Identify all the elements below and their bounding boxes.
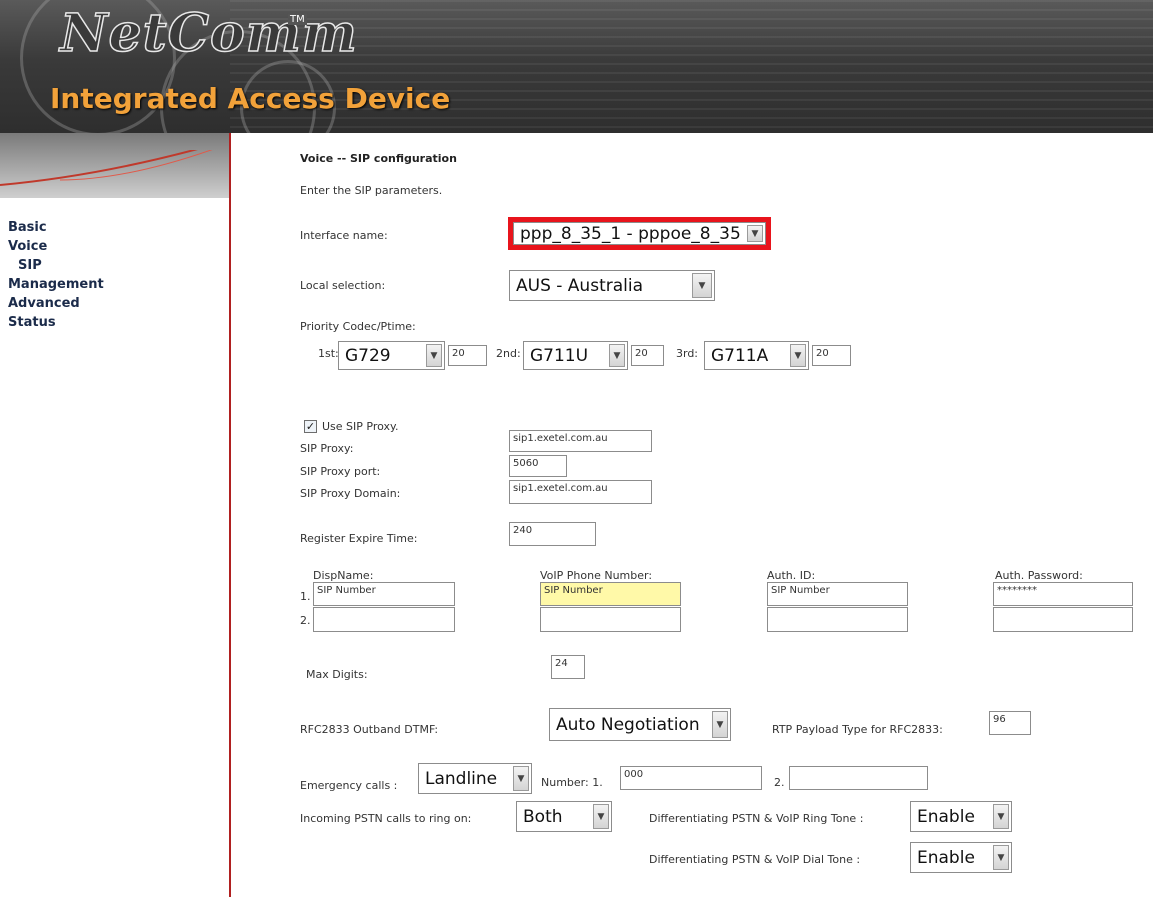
chevron-down-icon[interactable]: ▼ [513,766,529,791]
chevron-down-icon[interactable]: ▼ [609,344,625,367]
chevron-down-icon[interactable]: ▼ [593,804,609,829]
local-selection-label: Local selection: [300,279,386,292]
ring-tone-value: Enable [917,806,975,827]
codec-1st-value: G729 [345,345,391,366]
incoming-pstn-select[interactable]: Both ▼ [516,801,612,832]
codec-1st-ptime-input[interactable]: 20 [448,345,487,366]
sip-proxy-input[interactable]: sip1.exetel.com.au [509,430,652,452]
auth-id-header: Auth. ID: [767,569,816,582]
codec-2nd-ptime-input[interactable]: 20 [631,345,664,366]
priority-codec-label: Priority Codec/Ptime: [300,320,416,333]
incoming-pstn-value: Both [523,806,563,827]
dial-tone-value: Enable [917,847,975,868]
chevron-down-icon[interactable]: ▼ [426,344,442,367]
dtmf-select[interactable]: Auto Negotiation ▼ [549,708,731,741]
emergency-calls-value: Landline [425,768,498,789]
account-row-index: 1. [300,590,311,603]
dial-tone-select[interactable]: Enable ▼ [910,842,1012,873]
codec-3rd-label: 3rd: [676,347,699,360]
codec-3rd-ptime-input[interactable]: 20 [812,345,851,366]
emergency-number-2-label: 2. [774,776,785,789]
interface-name-select[interactable]: ppp_8_35_1 - pppoe_8_35 ▼ [513,222,766,245]
rtp-payload-input[interactable]: 96 [989,711,1031,735]
ring-tone-select[interactable]: Enable ▼ [910,801,1012,832]
auth-password-input[interactable] [993,607,1133,632]
account-row-index: 2. [300,614,311,627]
emergency-calls-label: Emergency calls : [300,779,398,792]
trademark-mark: TM [288,14,307,25]
auth-id-input[interactable] [767,607,908,632]
swoosh-graphic [0,150,213,186]
auth-password-header: Auth. Password: [995,569,1083,582]
local-selection-value: AUS - Australia [516,275,644,296]
emergency-calls-select[interactable]: Landline ▼ [418,763,532,794]
sidebar-item-sip[interactable]: SIP [8,256,104,275]
max-digits-label: Max Digits: [306,668,368,681]
voip-number-input[interactable]: SIP Number [540,582,681,606]
rtp-payload-label: RTP Payload Type for RFC2833: [772,723,943,736]
interface-name-value: ppp_8_35_1 - pppoe_8_35 [520,223,741,244]
codec-2nd-label: 2nd: [496,347,521,360]
codec-2nd-value: G711U [530,345,589,366]
codec-1st-select[interactable]: G729 ▼ [338,341,445,370]
voip-number-input[interactable] [540,607,681,632]
emergency-number-label: Number: 1. [541,776,603,789]
codec-1st-label: 1st: [318,347,339,360]
emergency-number-2-input[interactable] [789,766,928,790]
codec-3rd-select[interactable]: G711A ▼ [704,341,809,370]
use-sip-proxy-label: Use SIP Proxy. [322,420,399,433]
sidebar-item-voice[interactable]: Voice [8,237,104,256]
auth-password-input[interactable]: ******** [993,582,1133,606]
voip-number-header: VoIP Phone Number: [540,569,653,582]
chevron-down-icon[interactable]: ▼ [790,344,806,367]
ring-tone-label: Differentiating PSTN & VoIP Ring Tone : [649,812,864,825]
codec-2nd-select[interactable]: G711U ▼ [523,341,628,370]
checkmark-icon: ✓ [305,420,316,433]
codec-3rd-value: G711A [711,345,769,366]
page-subtitle: Enter the SIP parameters. [300,184,443,197]
sip-proxy-domain-input[interactable]: sip1.exetel.com.au [509,480,652,504]
sip-proxy-label: SIP Proxy: [300,442,354,455]
dial-tone-label: Differentiating PSTN & VoIP Dial Tone : [649,853,861,866]
sidebar-divider [229,133,231,897]
register-expire-label: Register Expire Time: [300,532,418,545]
sidebar-item-status[interactable]: Status [8,313,104,332]
chevron-down-icon[interactable]: ▼ [747,225,763,242]
auth-id-input[interactable]: SIP Number [767,582,908,606]
register-expire-input[interactable]: 240 [509,522,596,546]
interface-name-label: Interface name: [300,229,388,242]
chevron-down-icon[interactable]: ▼ [993,804,1009,829]
product-name: Integrated Access Device [50,82,451,115]
emergency-number-1-input[interactable]: 000 [620,766,762,790]
sidebar-item-management[interactable]: Management [8,275,104,294]
use-sip-proxy-checkbox[interactable]: ✓ [304,420,317,433]
chevron-down-icon[interactable]: ▼ [712,711,728,738]
dispname-input[interactable]: SIP Number [313,582,455,606]
dtmf-value: Auto Negotiation [556,714,700,735]
sip-proxy-port-label: SIP Proxy port: [300,465,381,478]
netcomm-logo: NetComm [59,3,358,64]
page-title: Voice -- SIP configuration [300,152,457,165]
max-digits-input[interactable]: 24 [551,655,585,679]
sidebar-item-advanced[interactable]: Advanced [8,294,104,313]
local-selection-select[interactable]: AUS - Australia ▼ [509,270,715,301]
sidebar-item-basic[interactable]: Basic [8,218,104,237]
dispname-header: DispName: [313,569,374,582]
sidebar-nav: Basic Voice SIP Management Advanced Stat… [8,218,104,332]
dtmf-label: RFC2833 Outband DTMF: [300,723,439,736]
dispname-input[interactable] [313,607,455,632]
sip-proxy-domain-label: SIP Proxy Domain: [300,487,401,500]
sip-proxy-port-input[interactable]: 5060 [509,455,567,477]
chevron-down-icon[interactable]: ▼ [692,273,712,298]
incoming-pstn-label: Incoming PSTN calls to ring on: [300,812,472,825]
chevron-down-icon[interactable]: ▼ [993,845,1009,870]
